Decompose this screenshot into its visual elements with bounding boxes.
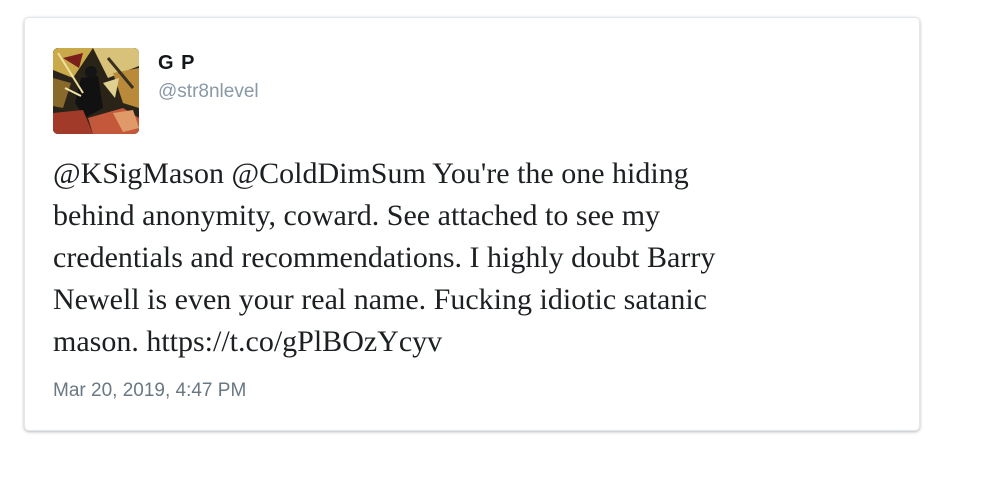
tweet-text-line: mason. https://t.co/gPlBOzYcyv xyxy=(53,325,443,358)
tweet-text-line: behind anonymity, coward. See attached t… xyxy=(53,199,661,232)
avatar[interactable] xyxy=(53,48,139,134)
tweet-text: @KSigMason @ColdDimSum You're the one hi… xyxy=(53,153,883,363)
tweet-text-line: @KSigMason @ColdDimSum You're the one hi… xyxy=(53,157,689,190)
author-handle[interactable]: @str8nlevel xyxy=(158,81,259,103)
profile-image-icon xyxy=(53,48,139,134)
tweet-card: G P @str8nlevel @KSigMason @ColdDimSum Y… xyxy=(24,17,920,431)
tweet-text-line: credentials and recommendations. I highl… xyxy=(53,241,716,274)
tweet-timestamp[interactable]: Mar 20, 2019, 4:47 PM xyxy=(53,380,246,402)
author-display-name[interactable]: G P xyxy=(158,51,195,75)
tweet-text-line: Newell is even your real name. Fucking i… xyxy=(53,283,707,316)
